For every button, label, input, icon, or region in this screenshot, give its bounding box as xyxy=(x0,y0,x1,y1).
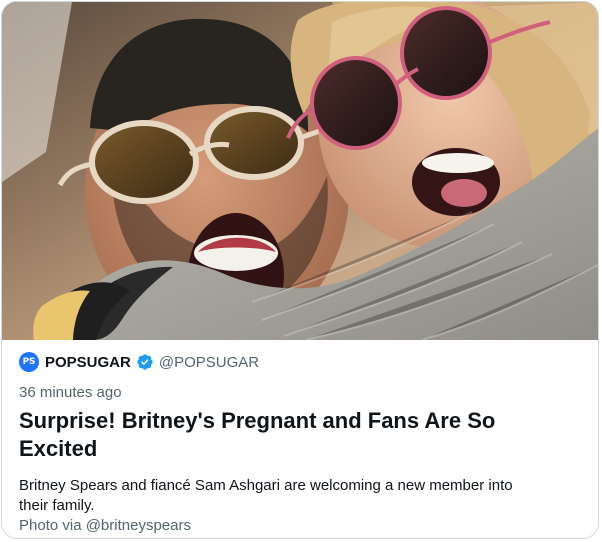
photo-credit: Photo via @britneyspears xyxy=(19,517,191,534)
news-card[interactable]: PS POPSUGAR @POPSUGAR 36 minutes ago Sur… xyxy=(1,1,599,539)
article-summary: Britney Spears and fiancé Sam Ashgari ar… xyxy=(19,477,513,514)
source-name[interactable]: POPSUGAR xyxy=(45,354,131,371)
headline-link[interactable]: Surprise! Britney's Pregnant and Fans Ar… xyxy=(19,407,579,463)
source-handle[interactable]: @POPSUGAR xyxy=(159,354,259,371)
article-photo[interactable] xyxy=(2,2,598,340)
timestamp: 36 minutes ago xyxy=(19,384,122,401)
popsugar-logo-icon: PS xyxy=(19,352,39,372)
source-row[interactable]: PS POPSUGAR @POPSUGAR xyxy=(19,352,579,372)
photo-illustration xyxy=(2,2,598,340)
verified-badge-icon xyxy=(136,353,154,371)
